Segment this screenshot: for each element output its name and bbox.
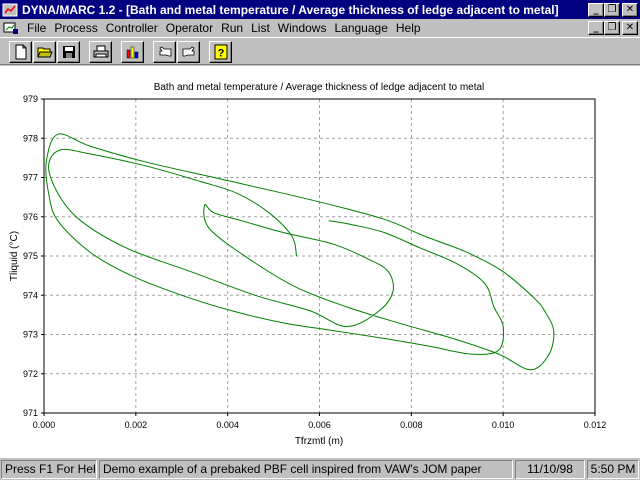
status-date: 11/10/98 bbox=[515, 460, 585, 479]
minimize-button[interactable]: _ bbox=[588, 2, 604, 17]
menu-list[interactable]: List bbox=[247, 21, 274, 35]
x-tick-label: 0.012 bbox=[584, 420, 607, 430]
help-question-icon: ? bbox=[214, 44, 227, 60]
menu-controller[interactable]: Controller bbox=[102, 21, 162, 35]
print-button[interactable] bbox=[89, 41, 112, 63]
chart-button[interactable] bbox=[121, 41, 144, 63]
menu-file[interactable]: File bbox=[23, 21, 50, 35]
menu-language[interactable]: Language bbox=[330, 21, 391, 35]
save-button[interactable] bbox=[57, 41, 80, 63]
status-bar: Press F1 For Help Demo example of a preb… bbox=[0, 457, 640, 480]
y-tick-label: 972 bbox=[23, 369, 38, 379]
status-message: Demo example of a prebaked PBF cell insp… bbox=[99, 460, 513, 479]
hand-left-icon bbox=[158, 46, 171, 57]
y-tick-label: 978 bbox=[23, 133, 38, 143]
menu-help[interactable]: Help bbox=[392, 21, 425, 35]
close-button[interactable]: ✕ bbox=[622, 2, 638, 17]
x-tick-label: 0.006 bbox=[308, 420, 331, 430]
y-tick-label: 979 bbox=[23, 94, 38, 104]
save-disk-icon bbox=[62, 46, 75, 58]
app-icon[interactable] bbox=[2, 2, 18, 18]
y-tick-label: 973 bbox=[23, 330, 38, 340]
mdi-restore-button[interactable]: ❐ bbox=[604, 21, 620, 35]
document-control-icon[interactable] bbox=[3, 21, 19, 35]
printer-icon bbox=[93, 45, 108, 58]
new-document-button[interactable] bbox=[9, 41, 32, 63]
hand-right-icon bbox=[182, 46, 195, 57]
x-axis-label: Tfrzmtl (m) bbox=[295, 436, 343, 447]
new-document-icon bbox=[15, 44, 26, 60]
y-axis-label: Tliquid (°C) bbox=[9, 231, 20, 281]
chart: Bath and metal temperature / Average thi… bbox=[9, 82, 607, 447]
open-folder-icon bbox=[36, 47, 53, 58]
status-help-text: Press F1 For Help bbox=[1, 460, 97, 479]
menu-process[interactable]: Process bbox=[50, 21, 101, 35]
y-tick-label: 974 bbox=[23, 290, 38, 300]
x-tick-label: 0.010 bbox=[492, 420, 515, 430]
hand-left-button[interactable] bbox=[153, 41, 176, 63]
x-tick-label: 0.008 bbox=[400, 420, 423, 430]
chart-panel: Bath and metal temperature / Average thi… bbox=[0, 66, 640, 457]
menu-windows[interactable]: Windows bbox=[274, 21, 331, 35]
mdi-close-button[interactable]: ✕ bbox=[622, 21, 638, 35]
chart-title: Bath and metal temperature / Average thi… bbox=[154, 82, 485, 93]
restore-button[interactable]: ❐ bbox=[604, 2, 620, 17]
x-tick-label: 0.002 bbox=[125, 420, 148, 430]
menu-run[interactable]: Run bbox=[217, 21, 247, 35]
menu-bar: File Process Controller Operator Run Lis… bbox=[0, 19, 640, 37]
svg-text:?: ? bbox=[217, 48, 224, 60]
title-bar: DYNA/MARC 1.2 - [Bath and metal temperat… bbox=[0, 0, 640, 19]
mdi-minimize-button[interactable]: _ bbox=[588, 21, 604, 35]
hand-right-button[interactable] bbox=[177, 41, 200, 63]
window-title: DYNA/MARC 1.2 - [Bath and metal temperat… bbox=[22, 2, 559, 17]
status-time: 5:50 PM bbox=[587, 460, 639, 479]
x-tick-label: 0.004 bbox=[216, 420, 239, 430]
help-button[interactable]: ? bbox=[209, 41, 232, 63]
bar-chart-icon bbox=[126, 46, 138, 59]
y-tick-label: 977 bbox=[23, 173, 38, 183]
x-tick-label: 0.000 bbox=[33, 420, 56, 430]
menu-operator[interactable]: Operator bbox=[162, 21, 217, 35]
toolbar: ? bbox=[0, 37, 640, 65]
open-folder-button[interactable] bbox=[33, 41, 56, 63]
y-tick-label: 975 bbox=[23, 251, 38, 261]
y-tick-label: 971 bbox=[23, 408, 38, 418]
y-tick-label: 976 bbox=[23, 212, 38, 222]
